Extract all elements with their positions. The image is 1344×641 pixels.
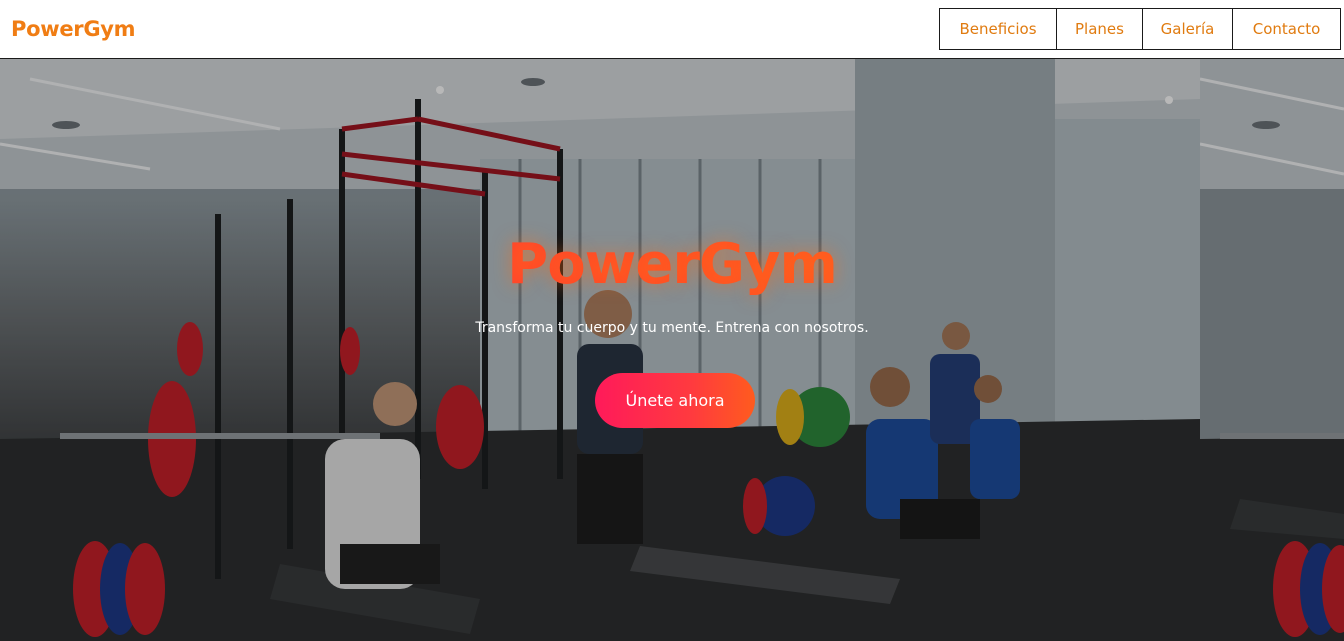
join-now-button[interactable]: Únete ahora [595, 373, 755, 428]
site-logo[interactable]: PowerGym [11, 17, 136, 41]
hero-section: PowerGym Transforma tu cuerpo y tu mente… [0, 59, 1344, 641]
site-header: PowerGym Beneficios Planes Galería Conta… [0, 0, 1344, 59]
nav-link-planes[interactable]: Planes [1056, 8, 1143, 50]
hero-subtitle: Transforma tu cuerpo y tu mente. Entrena… [475, 320, 869, 336]
hero-title: PowerGym [0, 232, 1344, 297]
nav-link-contacto[interactable]: Contacto [1232, 8, 1341, 50]
hero-dark-overlay [0, 59, 1344, 641]
nav-link-beneficios[interactable]: Beneficios [939, 8, 1057, 50]
nav-link-galeria[interactable]: Galería [1142, 8, 1233, 50]
main-nav: Beneficios Planes Galería Contacto [939, 8, 1341, 50]
